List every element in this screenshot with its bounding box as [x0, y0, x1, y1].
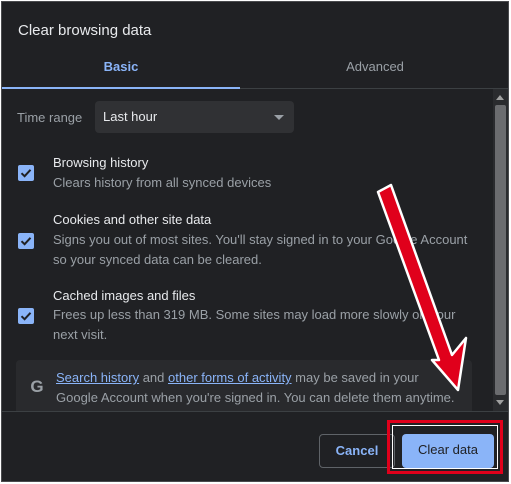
tab-bar: Basic Advanced — [2, 48, 508, 89]
cached-images-title: Cached images and files — [53, 288, 196, 303]
cached-images-description: Frees up less than 319 MB. Some sites ma… — [53, 307, 456, 342]
cookies-description: Signs you out of most sites. You'll stay… — [53, 232, 468, 267]
scrollbar[interactable] — [493, 89, 508, 411]
info-text-and: and — [139, 370, 169, 385]
scroll-down-arrow-icon[interactable] — [496, 400, 504, 405]
dialog-title: Clear browsing data — [18, 22, 152, 39]
browsing-history-title: Browsing history — [53, 155, 149, 170]
browsing-history-description: Clears history from all synced devices — [53, 175, 272, 190]
browsing-history-checkbox[interactable] — [18, 165, 34, 181]
time-range-label: Time range — [17, 110, 83, 125]
tab-advanced[interactable]: Advanced — [256, 48, 494, 88]
scrollbar-thumb[interactable] — [495, 105, 506, 395]
time-range-select[interactable]: Last hour — [95, 101, 294, 133]
chevron-down-icon — [274, 115, 284, 120]
cookies-title: Cookies and other site data — [53, 212, 212, 227]
cookies-checkbox[interactable] — [18, 233, 34, 249]
clear-browsing-data-dialog: Clear browsing data Basic Advanced Time … — [1, 1, 509, 482]
cancel-button[interactable]: Cancel — [319, 434, 395, 468]
option-browsing-history: Browsing history Clears history from all… — [2, 151, 492, 195]
tab-basic[interactable]: Basic — [2, 48, 240, 89]
search-history-link[interactable]: Search history — [56, 370, 139, 385]
checkmark-icon — [20, 237, 32, 246]
google-g-icon: G — [30, 377, 44, 396]
clear-data-highlight-box — [387, 420, 503, 474]
time-range-value: Last hour — [103, 109, 158, 124]
option-cookies: Cookies and other site data Signs you ou… — [2, 209, 492, 271]
checkmark-icon — [20, 312, 32, 321]
scroll-up-arrow-icon[interactable] — [496, 95, 504, 100]
dialog-content: Time range Last hour Browsing history Cl… — [2, 89, 492, 411]
checkmark-icon — [20, 169, 32, 178]
other-activity-link[interactable]: other forms of activity — [168, 370, 292, 385]
option-cached-images: Cached images and files Frees up less th… — [2, 286, 492, 348]
cached-images-checkbox[interactable] — [18, 308, 34, 324]
google-account-info: G Search history and other forms of acti… — [16, 360, 472, 411]
info-text: Search history and other forms of activi… — [56, 368, 456, 408]
